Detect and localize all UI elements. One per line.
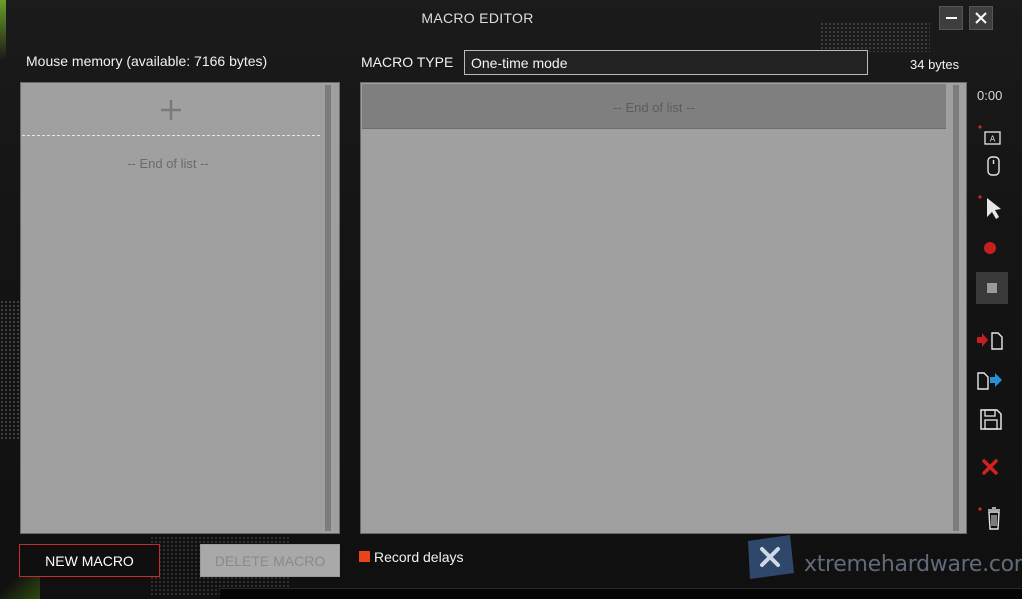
scrollbar[interactable] <box>953 85 959 531</box>
mouse-icon <box>987 156 1000 176</box>
clear-all-button[interactable] <box>976 503 1006 533</box>
add-keystroke-button[interactable]: A <box>976 124 1006 154</box>
plus-icon <box>161 99 181 120</box>
record-timer: 0:00 <box>977 88 1003 103</box>
decorative-dots <box>820 22 930 52</box>
import-file-icon <box>977 332 1003 350</box>
export-button[interactable] <box>976 365 1006 395</box>
save-icon <box>980 409 1002 430</box>
record-delays-label: Record delays <box>374 549 464 565</box>
trash-icon <box>978 507 1000 530</box>
import-button[interactable] <box>976 325 1006 355</box>
keyboard-key-icon: A <box>978 125 1001 145</box>
scrollbar[interactable] <box>325 85 331 531</box>
record-delays-checkbox[interactable] <box>359 551 370 562</box>
end-of-list-row[interactable]: -- End of list -- <box>362 84 946 129</box>
macro-steps-panel: -- End of list -- <box>360 82 967 534</box>
watermark-text: xtremehardware.com <box>804 552 1022 577</box>
watermark-logo <box>748 535 794 579</box>
minimize-button[interactable] <box>939 6 963 30</box>
stop-icon <box>987 283 997 293</box>
svg-text:A: A <box>990 135 996 144</box>
decorative-dots <box>0 300 20 440</box>
macro-editor-window: MACRO EDITOR Mouse memory (available: 71… <box>0 0 1022 599</box>
close-icon <box>975 12 987 24</box>
memory-label: Mouse memory (available: 7166 bytes) <box>26 53 268 69</box>
record-icon <box>984 242 996 254</box>
macro-size-label: 34 bytes <box>910 57 960 72</box>
add-macro-button[interactable] <box>22 84 320 136</box>
macro-type-label: MACRO TYPE <box>361 54 454 70</box>
new-macro-button[interactable]: NEW MACRO <box>19 544 160 577</box>
export-file-icon <box>977 372 1002 390</box>
delete-icon <box>982 459 998 475</box>
bottom-edge <box>220 588 1022 599</box>
record-button[interactable] <box>976 233 1006 263</box>
add-cursor-move-button[interactable] <box>976 193 1006 223</box>
add-mouse-button[interactable] <box>976 153 1006 183</box>
end-of-list-label: -- End of list -- <box>127 156 209 171</box>
window-title: MACRO EDITOR <box>421 10 534 26</box>
minimize-icon <box>945 17 957 19</box>
delete-step-button[interactable] <box>976 453 1006 483</box>
macro-list-panel: -- End of list -- <box>20 82 340 534</box>
save-button[interactable] <box>976 404 1006 434</box>
cursor-icon <box>978 195 1001 219</box>
decorative-stripe <box>0 0 6 60</box>
close-button[interactable] <box>969 6 993 30</box>
macro-type-select[interactable]: One-time mode <box>464 50 868 75</box>
stop-button[interactable] <box>976 272 1008 304</box>
delete-macro-button[interactable]: DELETE MACRO <box>200 544 340 577</box>
